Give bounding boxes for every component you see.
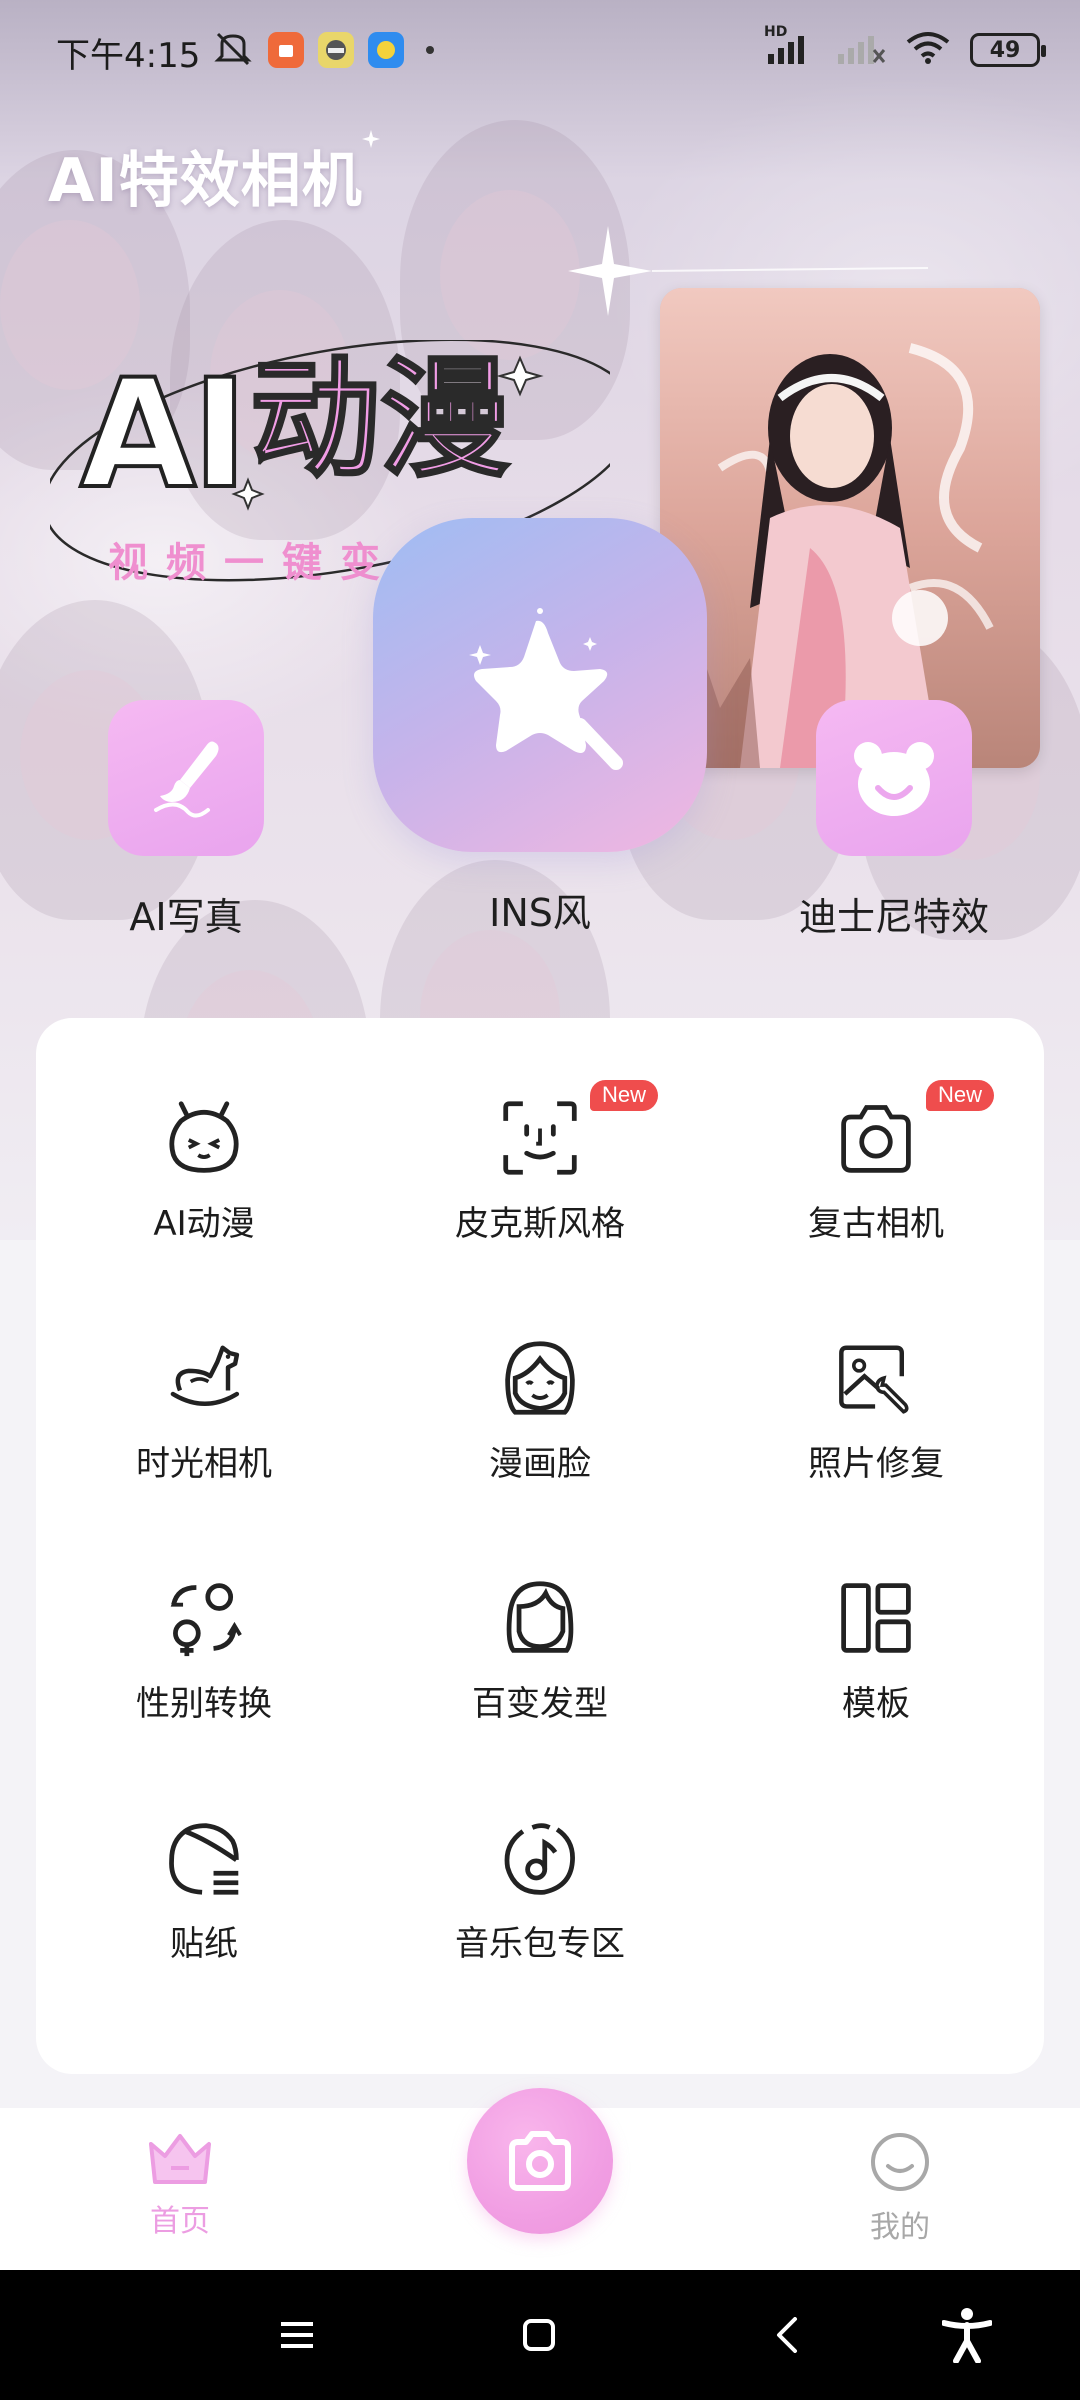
grid-item-comic-face[interactable]: 漫画脸 [372,1258,708,1498]
camera-icon [836,1098,916,1178]
notification-icons [212,30,434,70]
bear-icon [816,700,972,856]
accessibility-icon[interactable] [942,2308,992,2363]
smile-profile-icon [820,2130,980,2198]
quick-action-label: AI写真 [129,895,243,939]
quick-action-ai-portrait[interactable]: AI写真 [96,700,276,941]
cartoon-face-icon [500,1338,580,1418]
anime-face-icon [164,1098,244,1178]
grid-item-retro-camera[interactable]: New 复古相机 [708,1018,1044,1258]
grid-item-time-camera[interactable]: 时光相机 [36,1258,372,1498]
sparkle-icon [362,130,380,152]
grid-item-label: 贴纸 [170,1924,238,1964]
system-navigation-bar [0,2270,1080,2400]
grid-item-label: 照片修复 [808,1444,944,1484]
grid-item-sticker[interactable]: 贴纸 [36,1738,372,1978]
sports-notification-icon [368,32,404,68]
grid-item-label: 复古相机 [808,1204,944,1244]
gender-swap-icon [164,1578,244,1658]
nav-mine-label: 我的 [870,2210,930,2245]
quick-action-label: INS风 [489,891,591,935]
face-scan-icon [500,1098,580,1178]
nav-home-label: 首页 [150,2204,210,2239]
photo-repair-icon [836,1338,916,1418]
banner-subtitle: 视频一键变 [108,540,398,586]
grid-item-gender-swap[interactable]: 性别转换 [36,1498,372,1738]
sticker-icon [164,1818,244,1898]
grid-item-template[interactable]: 模板 [708,1498,1044,1738]
music-icon [500,1818,580,1898]
banner-headline-anime: 动漫 [248,343,511,495]
banner-headline-ai: AI [78,348,250,522]
magic-star-icon [373,518,707,852]
mute-icon [212,30,254,70]
quick-action-label: 迪士尼特效 [798,895,989,939]
grid-item-label: 时光相机 [136,1444,272,1484]
wifi-icon [904,30,952,70]
portrait-illustration [660,288,1040,768]
home-square-icon[interactable] [514,2310,564,2360]
brush-icon [108,700,264,856]
grid-item-label: 性别转换 [136,1684,272,1724]
new-badge: New [926,1080,995,1111]
crown-icon [100,2130,260,2192]
grid-item-ai-anime[interactable]: AI动漫 [36,1018,372,1258]
template-icon [836,1578,916,1658]
grid-item-label: 音乐包专区 [455,1924,625,1964]
grid-item-label: 百变发型 [472,1684,608,1724]
mascot-notification-icon [318,32,354,68]
grid-item-label: 皮克斯风格 [455,1204,625,1244]
more-dot-icon [426,46,434,54]
banner-portrait-image[interactable] [660,288,1040,768]
rocking-horse-icon [164,1338,244,1418]
back-icon[interactable] [762,2310,812,2360]
quick-action-ins-style[interactable]: INS风 [372,518,708,937]
grid-item-label: 漫画脸 [489,1444,591,1484]
nav-mine[interactable]: 我的 [820,2130,980,2246]
new-badge: New [590,1080,659,1111]
app-title: AI特效相机 [48,146,363,216]
status-time: 下午4:15 [56,36,201,76]
app-notification-icon [268,32,304,68]
feature-grid-panel: AI动漫 New 皮克斯风格 New 复古相机 时光相机 漫画脸 照片修复 性别… [36,1018,1044,2074]
menu-icon[interactable] [272,2310,322,2360]
grid-item-music-pack[interactable]: 音乐包专区 [372,1738,708,1978]
grid-item-hairstyle[interactable]: 百变发型 [372,1498,708,1738]
nav-home[interactable]: 首页 [100,2130,260,2240]
grid-item-label: 模板 [842,1684,910,1724]
grid-item-pixar-style[interactable]: New 皮克斯风格 [372,1018,708,1258]
status-bar: 下午4:15 HD 49 [0,0,1080,104]
system-status: HD 49 [764,24,1046,70]
grid-item-label: AI动漫 [153,1204,255,1244]
battery-indicator: 49 [970,33,1046,67]
camera-capture-button[interactable] [467,2088,613,2234]
hairstyle-icon [500,1578,580,1658]
quick-action-disney-effect[interactable]: 迪士尼特效 [784,700,1004,941]
signal-icon: HD [764,24,816,70]
network-label: HD [764,24,788,40]
signal-off-icon [834,30,886,70]
grid-item-photo-repair[interactable]: 照片修复 [708,1258,1044,1498]
camera-fab-icon [509,2131,571,2191]
